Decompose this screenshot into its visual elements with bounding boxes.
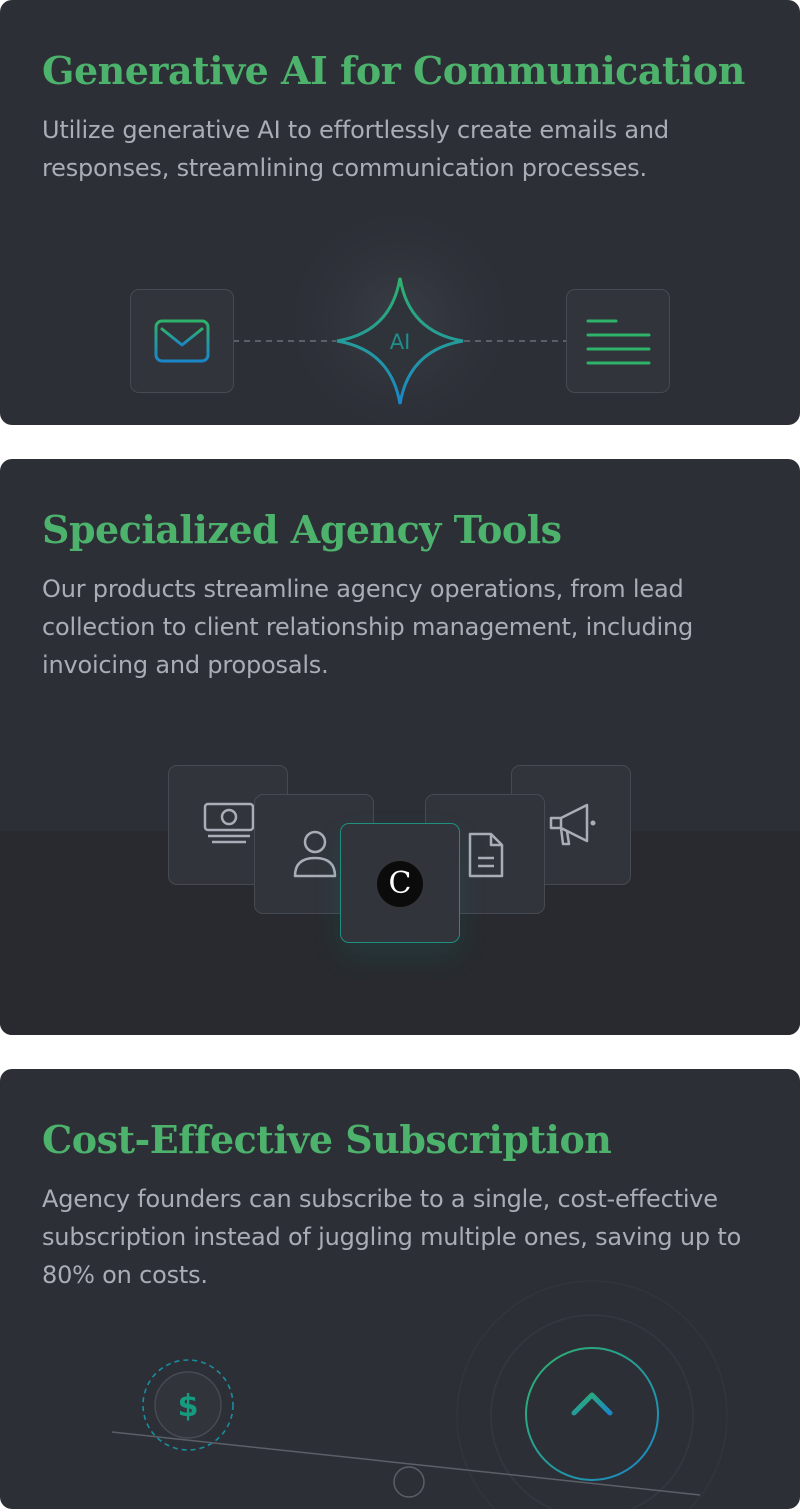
email-source-box	[130, 289, 234, 393]
text-lines-icon	[586, 319, 651, 365]
balance-beam	[111, 1431, 701, 1498]
arrow-up-icon	[525, 1347, 659, 1481]
feature-title: Specialized Agency Tools	[42, 507, 562, 552]
user-icon	[293, 830, 337, 878]
feature-description: Our products streamline agency operation…	[42, 575, 694, 679]
brand-icon: C	[377, 861, 423, 907]
money-icon	[203, 802, 255, 844]
response-output-box	[566, 289, 670, 393]
document-icon	[468, 832, 504, 878]
mail-icon	[154, 319, 210, 363]
feature-card-generative-ai: Generative AI for Communication Utilize …	[0, 0, 800, 425]
feature-card-agency-tools: Specialized Agency Tools Our products st…	[0, 459, 800, 1035]
ai-sparkle-icon: AI	[336, 277, 464, 405]
feature-card-subscription: Cost-Effective Subscription Agency found…	[0, 1069, 800, 1509]
megaphone-icon	[549, 803, 596, 846]
ai-badge: AI	[390, 330, 411, 354]
